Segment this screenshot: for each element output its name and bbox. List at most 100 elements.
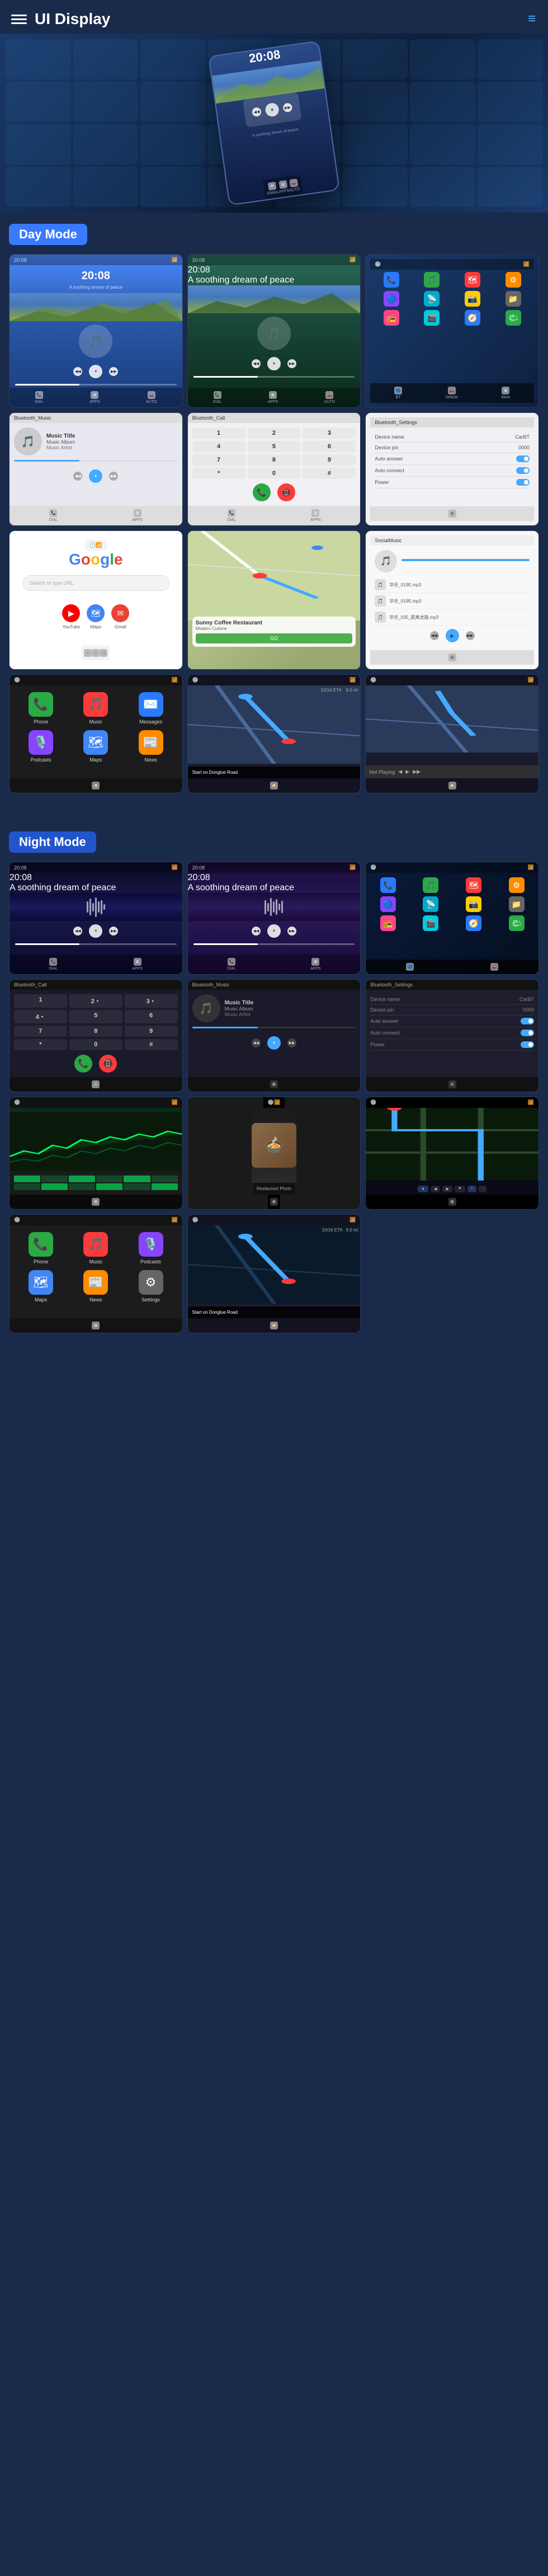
app-wifi[interactable]: 📡 <box>424 291 440 307</box>
social-track-1[interactable]: 🎵 华乐_019E.mp3 <box>375 577 530 593</box>
carplay-music-app[interactable]: 🎵 Music <box>71 692 120 725</box>
auto-answer-toggle[interactable] <box>516 455 530 462</box>
night-nav-home[interactable]: 🏠 <box>270 1322 278 1329</box>
night-carplay-settings[interactable]: ⚙ Settings <box>126 1270 175 1303</box>
google-shortcut-gmail[interactable]: ✉ Gmail <box>111 604 129 629</box>
play-btn-2[interactable]: ⏸ <box>267 357 281 370</box>
dial-8[interactable]: 8 <box>248 454 301 466</box>
carplay-messages-app[interactable]: ✉️ Messages <box>126 692 175 725</box>
nav-home[interactable]: 🏠 <box>270 782 278 789</box>
night-roads-screen[interactable]: 🕐📶 ▲ ◀ ▶ <box>365 1097 539 1210</box>
night-music-screen-1[interactable]: 20:08📶 20:08 A soothing dream of peace <box>9 862 183 975</box>
bt-next[interactable]: ▶▶ <box>109 472 118 481</box>
night-bt-settings-screen[interactable]: Bluetooth_Settings Device nameCarBT Devi… <box>365 979 539 1092</box>
bt-play[interactable]: ⏸ <box>89 469 102 483</box>
night-power-toggle[interactable] <box>521 1041 534 1048</box>
auto-connect-toggle[interactable] <box>516 467 530 474</box>
night-dial-2[interactable]: 2・ <box>69 994 122 1008</box>
night-app-radio[interactable]: 📻 <box>380 915 396 931</box>
night-carplay-phone[interactable]: 📞 Phone <box>16 1232 65 1265</box>
carplay-phone-app[interactable]: 📞 Phone <box>16 692 65 725</box>
night-dial-3[interactable]: 3・ <box>125 994 178 1008</box>
np-prev[interactable]: ◀ <box>398 769 402 775</box>
dial-5[interactable]: 5 <box>248 441 301 452</box>
call-end-btn[interactable]: 📵 <box>277 483 295 501</box>
night-app-grid-screen[interactable]: 🕐📶 📞 🎵 🗺 ⚙ 🔵 📡 📷 📁 📻 🎬 🧭 🌤 <box>365 862 539 975</box>
night-dial-4[interactable]: 4・ <box>14 1010 67 1023</box>
dial-3[interactable]: 3 <box>303 427 356 439</box>
night-music-screen-2[interactable]: 20:08📶 20:08 A soothing dream of peace <box>187 862 361 975</box>
prev-btn-2[interactable]: ◀◀ <box>252 359 261 368</box>
night-bt-next[interactable]: ▶▶ <box>287 1038 296 1047</box>
dial-4[interactable]: 4 <box>192 441 245 452</box>
go-button[interactable]: GO <box>196 633 353 643</box>
app-weather[interactable]: 🌤 <box>506 310 521 326</box>
day-music-screen-1[interactable]: 20:08📶 20:08 A soothing dream of peace 🎵… <box>9 254 183 408</box>
day-app-grid-screen[interactable]: 🕐📶 📞 🎵 🗺 ⚙ 🔵 📡 📷 📁 📻 🎬 🧭 🌤 <box>365 254 539 408</box>
dial-2[interactable]: 2 <box>248 427 301 439</box>
night-bt-music-screen[interactable]: Bluetooth_Music 🎵 Music Title Music Albu… <box>187 979 361 1092</box>
dial-6[interactable]: 6 <box>303 441 356 452</box>
night-dial-0[interactable]: 0 <box>69 1039 122 1050</box>
night-dial-7[interactable]: 7 <box>14 1026 67 1037</box>
night-bt-call-screen[interactable]: Bluetooth_Call 1 2・ 3・ 4・ 5 6 7 8 9 * 0 <box>9 979 183 1092</box>
night-app-settings[interactable]: ⚙ <box>509 877 525 893</box>
carplay-maps-app[interactable]: 🗺 Maps <box>71 730 120 763</box>
dial-star[interactable]: * <box>192 468 245 479</box>
dial-7[interactable]: 7 <box>192 454 245 466</box>
next-btn-1[interactable]: ▶▶ <box>109 367 118 376</box>
social-next[interactable]: ▶▶ <box>466 631 475 640</box>
night-dial-5[interactable]: 5 <box>69 1010 122 1023</box>
social-prev[interactable]: ◀◀ <box>430 631 439 640</box>
night-dial-hash[interactable]: # <box>125 1039 178 1050</box>
night-app-video[interactable]: 🎬 <box>423 915 438 931</box>
np-next[interactable]: ▶▶ <box>413 769 421 775</box>
night-dial-6[interactable]: 6 <box>125 1010 178 1023</box>
day-music-screen-2[interactable]: 20:08📶 20:08 A soothing dream of peace 🎵… <box>187 254 361 408</box>
social-track-2[interactable]: 🎵 华乐_019E.mp3 <box>375 593 530 609</box>
road-chip-6[interactable]: - <box>479 1186 486 1192</box>
app-files[interactable]: 📁 <box>506 291 521 307</box>
night-dial-1[interactable]: 1 <box>14 994 67 1008</box>
night-dial-9[interactable]: 9 <box>125 1026 178 1037</box>
app-bt[interactable]: 🔵 <box>384 291 399 307</box>
night-app-bt[interactable]: 🔵 <box>380 896 396 912</box>
app-settings[interactable]: ⚙ <box>506 272 521 288</box>
day-nav-map-screen[interactable]: 🕐📶 10/16 ETA 9.0 mi <box>187 674 361 793</box>
social-play[interactable]: ▶ <box>446 629 459 642</box>
next-btn-2[interactable]: ▶▶ <box>287 359 296 368</box>
dial-1[interactable]: 1 <box>192 427 245 439</box>
night-carplay-podcast[interactable]: 🎙️ Podcasts <box>126 1232 175 1265</box>
night-terrain-screen[interactable]: 🕐📶 <box>9 1097 183 1210</box>
night-app-maps[interactable]: 🗺 <box>466 877 481 893</box>
night-app-weather[interactable]: 🌤 <box>509 915 525 931</box>
road-chip-4[interactable]: ▼ <box>455 1186 465 1192</box>
night-play-1[interactable]: ⏸ <box>89 924 102 938</box>
night-app-files[interactable]: 📁 <box>509 896 525 912</box>
day-bt-call-screen[interactable]: Bluetooth_Call 1 2 3 4 5 6 7 8 9 * 0 <box>187 412 361 526</box>
night-auto-answer-toggle[interactable] <box>521 1018 534 1024</box>
night-app-phone[interactable]: 📞 <box>380 877 396 893</box>
carplay-podcast-app[interactable]: 🎙️ Podcasts <box>16 730 65 763</box>
night-next-2[interactable]: ▶▶ <box>287 927 296 936</box>
nav-music-home[interactable]: 🏠 <box>448 782 456 789</box>
day-google-screen[interactable]: 🕐📶 Google Search or type URL ▶ YouTube 🗺… <box>9 530 183 670</box>
day-bt-settings-screen[interactable]: Bluetooth_Settings Device nameCarBT Devi… <box>365 412 539 526</box>
night-call-answer[interactable]: 📞 <box>74 1055 92 1073</box>
carplay-news-app[interactable]: 📰 News <box>126 730 175 763</box>
night-prev-1[interactable]: ◀◀ <box>73 927 82 936</box>
night-food-screen[interactable]: 🕐📶 🍲 Restaurant Photo ⊞ <box>187 1097 361 1210</box>
night-carplay-home[interactable]: 🏠 <box>92 1322 100 1329</box>
day-carplay-screen[interactable]: 🕐📶 📞 Phone 🎵 Music ✉️ Messages <box>9 674 183 793</box>
night-call-end[interactable]: 📵 <box>99 1055 117 1073</box>
app-phone[interactable]: 📞 <box>384 272 399 288</box>
road-chip-2[interactable]: ◀ <box>431 1186 440 1192</box>
night-carplay-music[interactable]: 🎵 Music <box>71 1232 120 1265</box>
app-maps[interactable]: 🗺 <box>465 272 480 288</box>
night-dial-8[interactable]: 8 <box>69 1026 122 1037</box>
night-dial-star[interactable]: * <box>14 1039 67 1050</box>
np-play[interactable]: ▶ <box>405 769 409 775</box>
google-shortcut-youtube[interactable]: ▶ YouTube <box>62 604 80 629</box>
power-toggle[interactable] <box>516 479 530 486</box>
dial-9[interactable]: 9 <box>303 454 356 466</box>
